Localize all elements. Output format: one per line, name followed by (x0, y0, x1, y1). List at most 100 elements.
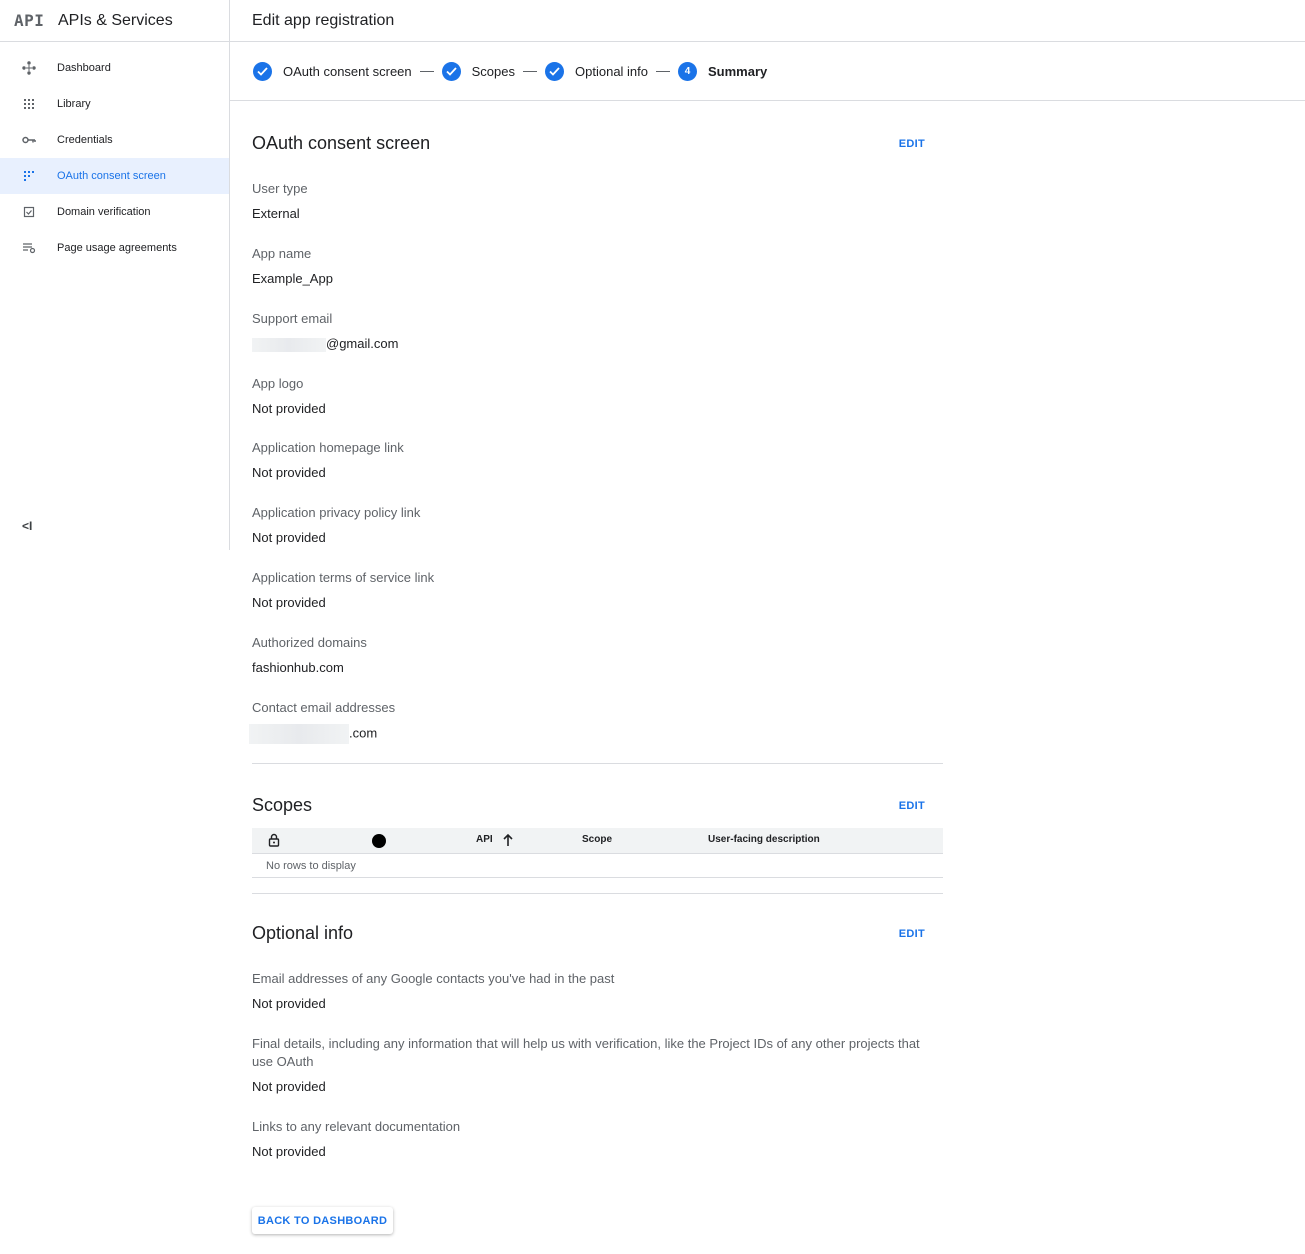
section-divider (252, 893, 943, 894)
app-title: APIs & Services (58, 11, 173, 29)
oauth-section-header: OAuth consent screen EDIT (252, 133, 943, 154)
field-value: Not provided (252, 595, 326, 610)
field-label: Application privacy policy link (252, 505, 421, 520)
step-label: Summary (708, 63, 768, 79)
scopes-table-header: API Scope User-facing description (252, 828, 943, 853)
check-icon (545, 61, 565, 81)
sidebar-item-domain-verification[interactable]: Domain verification (0, 194, 229, 230)
field-value: @gmail.com (326, 336, 399, 351)
field-authorized-domains: Authorized domains fashionhub.com (252, 634, 943, 677)
lock-icon (268, 833, 280, 850)
step-number: 4 (678, 61, 698, 81)
redacted-block (252, 337, 326, 352)
field-value: Not provided (252, 401, 326, 416)
field-app-name: App name Example_App (252, 245, 943, 288)
field-label: Contact email addresses (252, 700, 396, 715)
field-value: Example_App (252, 271, 333, 286)
sort-arrow-up-icon[interactable] (502, 833, 514, 850)
step-label: OAuth consent screen (283, 63, 412, 79)
top-bar: Edit app registration (230, 0, 1305, 42)
field-value: Not provided (252, 530, 326, 545)
scopes-table: API Scope User-facing description No row… (252, 828, 943, 878)
field-value: Not provided (252, 465, 326, 480)
step-oauth-consent-screen[interactable]: OAuth consent screen (253, 61, 412, 81)
column-scope[interactable]: Scope (582, 834, 612, 845)
api-logo: API (14, 11, 45, 30)
field-value: Not provided (252, 996, 326, 1011)
sidebar-item-page-usage-agreements[interactable]: Page usage agreements (0, 230, 229, 266)
sidebar-item-label: Library (57, 98, 91, 110)
field-value: Not provided (252, 1079, 326, 1094)
step-separator (656, 70, 671, 72)
check-icon (253, 61, 272, 81)
domain-verification-icon (21, 204, 37, 220)
section-title: Scopes (252, 795, 313, 815)
sidebar-nav: Dashboard Library Credentials OAuth cons… (0, 42, 229, 266)
field-label: App logo (252, 376, 304, 391)
field-label: Email addresses of any Google contacts y… (252, 971, 615, 986)
field-label: User type (252, 181, 308, 196)
field-app-logo: App logo Not provided (252, 375, 943, 418)
sidebar-item-label: Page usage agreements (57, 242, 177, 254)
step-separator (419, 70, 434, 72)
sidebar-item-credentials[interactable]: Credentials (0, 122, 229, 158)
page-title: Edit app registration (252, 11, 395, 29)
section-title: OAuth consent screen (252, 133, 431, 153)
field-contact-emails: Contact email addresses .com (249, 699, 943, 744)
column-api[interactable]: API (476, 834, 493, 845)
field-label: Application homepage link (252, 440, 404, 455)
field-label: Authorized domains (252, 635, 367, 650)
edit-optional-info-button[interactable]: EDIT (899, 928, 925, 940)
field-value-row: @gmail.com (252, 335, 943, 353)
edit-scopes-button[interactable]: EDIT (899, 800, 925, 812)
library-icon (21, 96, 37, 112)
field-value: fashionhub.com (252, 660, 344, 675)
page-usage-icon (21, 240, 37, 256)
back-to-dashboard-button[interactable]: BACK TO DASHBOARD (252, 1207, 393, 1234)
field-value: External (252, 206, 300, 221)
stepper: OAuth consent screen Scopes Optional inf… (230, 42, 1305, 101)
collapse-sidebar-button[interactable]: <I (22, 519, 36, 535)
field-value: Not provided (252, 1144, 326, 1159)
scopes-section-header: Scopes EDIT (252, 795, 943, 816)
column-user-facing-description[interactable]: User-facing description (708, 834, 820, 845)
sidebar-item-label: Credentials (57, 134, 113, 146)
edit-oauth-button[interactable]: EDIT (899, 138, 925, 150)
field-terms-of-service-link: Application terms of service link Not pr… (252, 569, 943, 612)
optional-section-header: Optional info EDIT (252, 923, 943, 944)
step-scopes[interactable]: Scopes (441, 61, 516, 81)
check-icon (441, 61, 461, 81)
field-relevant-documentation: Links to any relevant documentation Not … (252, 1118, 943, 1161)
scopes-empty-message: No rows to display (252, 853, 943, 878)
field-homepage-link: Application homepage link Not provided (252, 439, 943, 482)
oauth-consent-icon (21, 168, 37, 184)
sidebar-item-label: OAuth consent screen (57, 170, 166, 182)
field-google-contacts: Email addresses of any Google contacts y… (252, 970, 943, 1013)
section-divider (252, 763, 943, 764)
field-value-row: .com (249, 724, 943, 744)
sensitivity-indicator-icon (372, 834, 386, 848)
sidebar-item-library[interactable]: Library (0, 86, 229, 122)
field-label: Application terms of service link (252, 570, 435, 585)
field-label: Final details, including any information… (252, 1036, 920, 1069)
sidebar-item-oauth-consent-screen[interactable]: OAuth consent screen (0, 158, 229, 194)
summary-content: OAuth consent screen EDIT User type Exte… (249, 101, 943, 1161)
sidebar-item-label: Dashboard (57, 62, 111, 74)
field-label: Support email (252, 311, 333, 326)
section-title: Optional info (252, 923, 354, 943)
sidebar-header: API APIs & Services (0, 0, 229, 42)
dashboard-icon (21, 60, 37, 76)
step-summary[interactable]: 4 Summary (678, 61, 768, 81)
step-label: Optional info (575, 63, 649, 79)
step-label: Scopes (471, 63, 516, 79)
key-icon (21, 132, 37, 148)
sidebar-item-dashboard[interactable]: Dashboard (0, 50, 229, 86)
field-value: .com (349, 725, 378, 741)
step-separator (523, 70, 538, 72)
field-final-details: Final details, including any information… (252, 1035, 943, 1096)
redacted-block (249, 724, 349, 744)
field-label: App name (252, 246, 312, 261)
step-optional-info[interactable]: Optional info (545, 61, 649, 81)
sidebar: API APIs & Services Dashboard Library Cr… (0, 0, 230, 550)
field-support-email: Support email @gmail.com (252, 310, 943, 353)
